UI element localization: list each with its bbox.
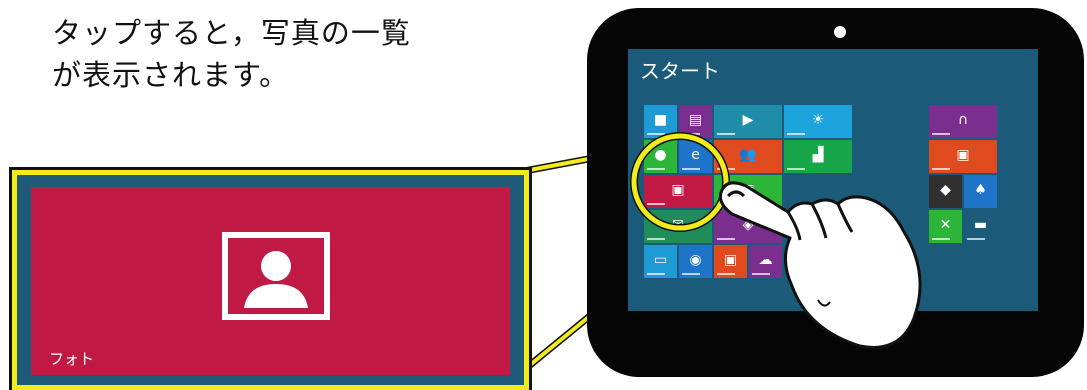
- tap-gesture: [630, 132, 922, 349]
- pointing-hand-icon: [718, 181, 922, 349]
